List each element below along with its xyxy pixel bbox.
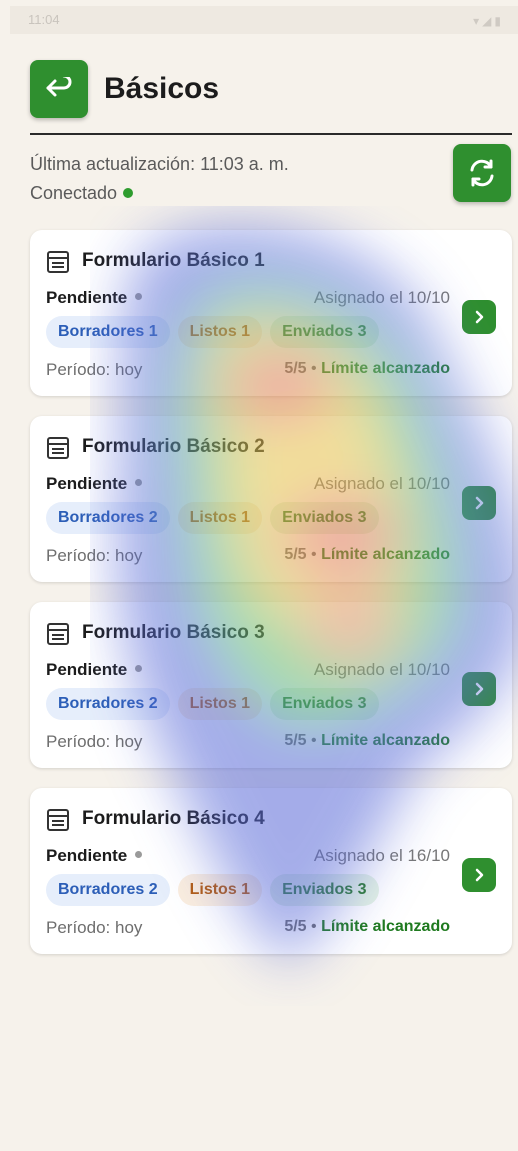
- sent-chip: Enviados 3: [270, 502, 379, 534]
- refresh-button[interactable]: [453, 144, 511, 202]
- sent-chip: Enviados 3: [270, 316, 379, 348]
- open-form-button[interactable]: [462, 300, 496, 334]
- form-list: Formulario Básico 1 Pendiente Asignado e…: [30, 230, 512, 974]
- form-card[interactable]: Formulario Básico 3 Pendiente Asignado e…: [30, 602, 512, 768]
- connection-text: Conectado: [30, 183, 118, 203]
- back-button[interactable]: [30, 60, 88, 118]
- card-status: Pendiente: [46, 660, 143, 680]
- limit-text: Límite alcanzado: [321, 360, 450, 377]
- connection-status: Conectado: [30, 179, 289, 208]
- status-bar: 11:04 ▾◢▮: [10, 6, 518, 34]
- counters: Borradores 2 Listos 1 Enviados 3: [46, 688, 379, 720]
- limit-count: 5/5: [284, 732, 307, 749]
- back-arrow-icon: [46, 77, 72, 97]
- card-title: Formulario Básico 1: [82, 250, 265, 271]
- app-screen: 11:04 ▾◢▮ Básicos Última actualización: …: [10, 6, 518, 1141]
- counters: Borradores 2 Listos 1 Enviados 3: [46, 502, 379, 534]
- form-icon: [47, 437, 69, 459]
- form-icon: [47, 809, 69, 831]
- limit-separator: •: [306, 732, 322, 749]
- limit-count: 5/5: [284, 360, 307, 377]
- assigned-date: Asignado el 10/10: [313, 288, 450, 307]
- status-text: Pendiente: [46, 660, 128, 679]
- card-status: Pendiente: [46, 288, 143, 308]
- assigned-date: Asignado el 16/10: [313, 846, 450, 865]
- period-text: Período: hoy: [46, 918, 143, 937]
- limit-separator: •: [306, 360, 322, 377]
- status-dot: [135, 851, 143, 858]
- drafts-chip: Borradores 2: [46, 874, 170, 906]
- sent-chip: Enviados 3: [270, 874, 379, 906]
- status-text: Pendiente: [46, 846, 128, 865]
- form-icon: [47, 251, 69, 273]
- drafts-chip: Borradores 2: [46, 688, 170, 720]
- card-title: Formulario Básico 4: [82, 808, 265, 829]
- limit-count: 5/5: [284, 918, 307, 935]
- limit-count: 5/5: [284, 546, 307, 563]
- open-form-button[interactable]: [462, 858, 496, 892]
- ready-chip: Listos 1: [177, 688, 263, 720]
- form-icon: [47, 623, 69, 645]
- sent-chip: Enviados 3: [270, 688, 379, 720]
- limit-text: Límite alcanzado: [321, 546, 450, 563]
- status-text: Pendiente: [46, 474, 128, 493]
- status-text: Pendiente: [46, 288, 128, 307]
- ready-chip: Listos 1: [177, 502, 263, 534]
- chevron-right-icon: [475, 868, 484, 882]
- chevron-right-icon: [475, 496, 484, 510]
- limit-info: 5/5 • Límite alcanzado: [284, 360, 450, 378]
- ready-chip: Listos 1: [177, 316, 263, 348]
- limit-info: 5/5 • Límite alcanzado: [284, 732, 450, 750]
- period-text: Período: hoy: [46, 360, 143, 379]
- form-card[interactable]: Formulario Básico 2 Pendiente Asignado e…: [30, 416, 512, 582]
- card-status: Pendiente: [46, 474, 143, 494]
- status-time: 11:04: [28, 12, 60, 27]
- status-dot: [135, 479, 143, 486]
- card-status: Pendiente: [46, 846, 143, 866]
- limit-info: 5/5 • Límite alcanzado: [284, 546, 450, 564]
- chevron-right-icon: [475, 682, 484, 696]
- period-text: Período: hoy: [46, 546, 143, 565]
- period-text: Período: hoy: [46, 732, 143, 751]
- last-update-text: Última actualización: 11:03 a. m.: [30, 154, 289, 174]
- chevron-right-icon: [475, 310, 484, 324]
- connected-dot: [123, 188, 134, 198]
- card-title: Formulario Básico 3: [82, 622, 265, 643]
- form-card[interactable]: Formulario Básico 1 Pendiente Asignado e…: [30, 230, 512, 396]
- refresh-icon: [470, 159, 494, 187]
- drafts-chip: Borradores 1: [46, 316, 170, 348]
- counters: Borradores 1 Listos 1 Enviados 3: [46, 316, 379, 348]
- limit-text: Límite alcanzado: [321, 732, 450, 749]
- limit-separator: •: [306, 546, 322, 563]
- limit-separator: •: [306, 918, 322, 935]
- sync-info: Última actualización: 11:03 a. m. Conect…: [30, 150, 289, 208]
- form-card[interactable]: Formulario Básico 4 Pendiente Asignado e…: [30, 788, 512, 954]
- assigned-date: Asignado el 10/10: [313, 474, 450, 493]
- status-icons: ▾◢▮: [473, 14, 504, 28]
- card-title: Formulario Básico 2: [82, 436, 265, 457]
- status-dot: [135, 665, 143, 672]
- assigned-date: Asignado el 10/10: [313, 660, 450, 679]
- header-divider: [30, 133, 512, 135]
- ready-chip: Listos 1: [177, 874, 263, 906]
- page-title: Básicos: [104, 72, 220, 105]
- limit-text: Límite alcanzado: [321, 918, 450, 935]
- status-dot: [135, 293, 143, 300]
- counters: Borradores 2 Listos 1 Enviados 3: [46, 874, 379, 906]
- header: Básicos: [10, 34, 518, 134]
- drafts-chip: Borradores 2: [46, 502, 170, 534]
- open-form-button[interactable]: [462, 486, 496, 520]
- open-form-button[interactable]: [462, 672, 496, 706]
- limit-info: 5/5 • Límite alcanzado: [284, 918, 450, 936]
